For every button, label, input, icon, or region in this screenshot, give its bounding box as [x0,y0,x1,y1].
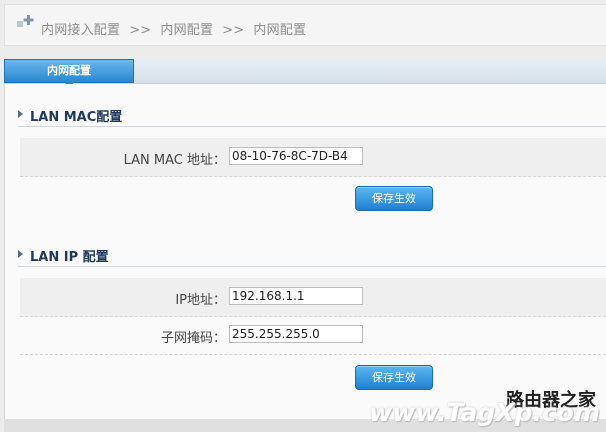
breadcrumb-separator: >> [222,23,245,38]
watermark: 路由器之家 www.TagXp.com [369,386,600,432]
form-row-mask: 子网掩码： [20,316,606,355]
section-title-lan-mac: LAN MAC配置 [30,110,123,125]
subnet-mask-label: 子网掩码： [160,331,226,346]
form-row-mac: LAN MAC 地址： [20,138,606,177]
section-expand-icon [18,110,23,118]
section-divider [18,266,606,267]
breadcrumb-item-2[interactable]: 内网配置 [160,23,213,38]
breadcrumb-separator: >> [129,23,152,38]
breadcrumb: 内网接入配置 >> 内网配置 >> 内网配置 [4,4,606,46]
breadcrumb-item-1[interactable]: 内网接入配置 [41,23,120,38]
section-title-lan-ip: LAN IP 配置 [30,250,109,265]
subnet-mask-input[interactable] [229,325,363,343]
mac-address-input[interactable] [229,147,363,165]
add-icon [17,15,34,27]
ip-address-input[interactable] [229,287,363,305]
mac-address-label: LAN MAC 地址： [123,153,226,168]
section-expand-icon [18,250,23,258]
tab-lan-config[interactable]: 内网配置 [4,59,134,83]
breadcrumb-item-3: 内网配置 [253,23,307,38]
save-button-mac[interactable]: 保存生效 [355,186,433,211]
section-divider [18,126,606,127]
watermark-url: www.TagXp.com [369,398,600,427]
breadcrumb-path: 内网接入配置 >> 内网配置 >> 内网配置 [41,19,306,38]
ip-address-label: IP地址： [175,293,226,308]
form-row-ip: IP地址： [20,278,606,317]
